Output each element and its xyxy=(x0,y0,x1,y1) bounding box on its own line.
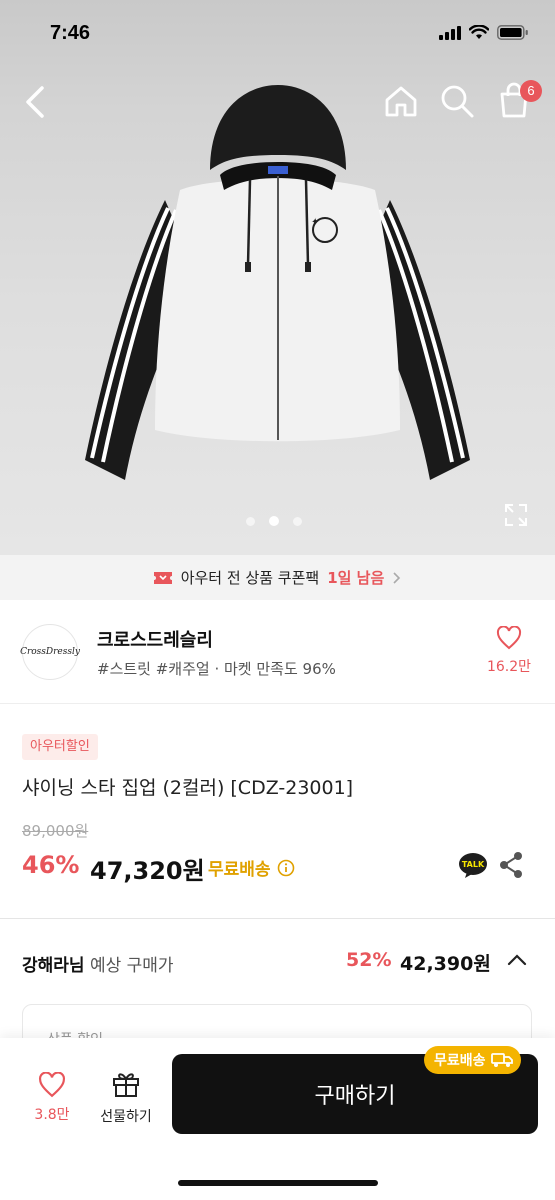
expected-price-row[interactable]: 강해라님 예상 구매가 52% 42,390원 xyxy=(0,919,555,1005)
free-shipping-info[interactable]: 무료배송 xyxy=(208,855,295,880)
home-button[interactable] xyxy=(382,82,420,120)
seller-like-count: 16.2만 xyxy=(486,659,532,675)
discount-rate: 46% xyxy=(22,851,80,879)
coupon-text: 아우터 전 상품 쿠폰팩 xyxy=(180,569,320,587)
svg-text:✦: ✦ xyxy=(311,217,319,228)
gift-label: 선물하기 xyxy=(100,1109,152,1125)
truck-icon xyxy=(490,1053,513,1067)
carousel-dot[interactable] xyxy=(293,516,302,526)
free-shipping-badge: 무료배송 xyxy=(424,1046,521,1074)
seller-section[interactable]: CrossDressly 크로스드레슬리 #스트릿 #캐주얼 · 마켓 만족도 … xyxy=(0,600,555,704)
kakao-talk-icon[interactable]: TALK xyxy=(458,850,488,880)
like-button[interactable]: 3.8만 xyxy=(26,1071,78,1124)
cart-count-badge: 6 xyxy=(520,80,542,102)
seller-like-button[interactable]: 16.2만 xyxy=(484,625,534,676)
gift-icon xyxy=(113,1073,139,1097)
like-count: 3.8만 xyxy=(34,1107,70,1123)
carousel-dot-active[interactable] xyxy=(269,516,279,526)
free-shipping-label: 무료배송 xyxy=(208,860,271,880)
discount-badge: 아우터할인 xyxy=(22,734,98,760)
battery-icon xyxy=(497,25,528,40)
search-button[interactable] xyxy=(438,82,476,120)
expected-label: 강해라님 예상 구매가 xyxy=(22,951,174,976)
expected-user: 강해라님 xyxy=(22,956,85,976)
product-hero: 7:46 ✦ 6 xyxy=(0,0,555,555)
back-button[interactable] xyxy=(18,82,54,122)
product-title: 샤이닝 스타 집업 (2컬러) [CDZ-23001] xyxy=(22,777,354,799)
talk-label: TALK xyxy=(462,860,485,869)
coupon-remaining: 1일 남음 xyxy=(327,569,385,587)
seller-logo[interactable]: CrossDressly xyxy=(20,624,80,680)
bottom-action-bar: 3.8만 선물하기 구매하기 무료배송 xyxy=(0,1038,555,1200)
chevron-right-icon xyxy=(393,571,401,584)
seller-tags: #스트릿 #캐주얼 · 마켓 만족도 96% xyxy=(97,660,336,678)
sale-price: 47,320원 xyxy=(90,857,205,885)
heart-icon xyxy=(496,625,522,650)
status-icons xyxy=(439,25,529,40)
free-shipping-badge-label: 무료배송 xyxy=(434,1053,486,1069)
home-indicator xyxy=(178,1180,378,1186)
carousel-dots xyxy=(246,516,302,526)
expected-rate: 52% xyxy=(346,949,392,971)
share-icon[interactable] xyxy=(498,851,524,879)
original-price: 89,000원 xyxy=(22,822,89,840)
gift-button[interactable]: 선물하기 xyxy=(92,1070,160,1126)
product-image: ✦ xyxy=(85,85,470,480)
seller-name[interactable]: 크로스드레슬리 xyxy=(97,626,213,652)
expand-icon[interactable] xyxy=(503,502,529,528)
coupon-icon xyxy=(153,571,172,584)
coupon-banner[interactable]: 아우터 전 상품 쿠폰팩 1일 남음 xyxy=(0,555,555,600)
heart-icon xyxy=(39,1071,65,1098)
chevron-up-icon[interactable] xyxy=(506,953,528,967)
signal-icon xyxy=(439,25,461,40)
info-icon xyxy=(277,859,294,876)
status-time: 7:46 xyxy=(50,22,91,44)
carousel-dot[interactable] xyxy=(246,516,255,526)
expected-sub-label: 예상 구매가 xyxy=(89,956,174,976)
wifi-icon xyxy=(469,25,489,39)
expected-price: 42,390원 xyxy=(400,953,491,975)
status-bar: 7:46 xyxy=(0,0,555,64)
